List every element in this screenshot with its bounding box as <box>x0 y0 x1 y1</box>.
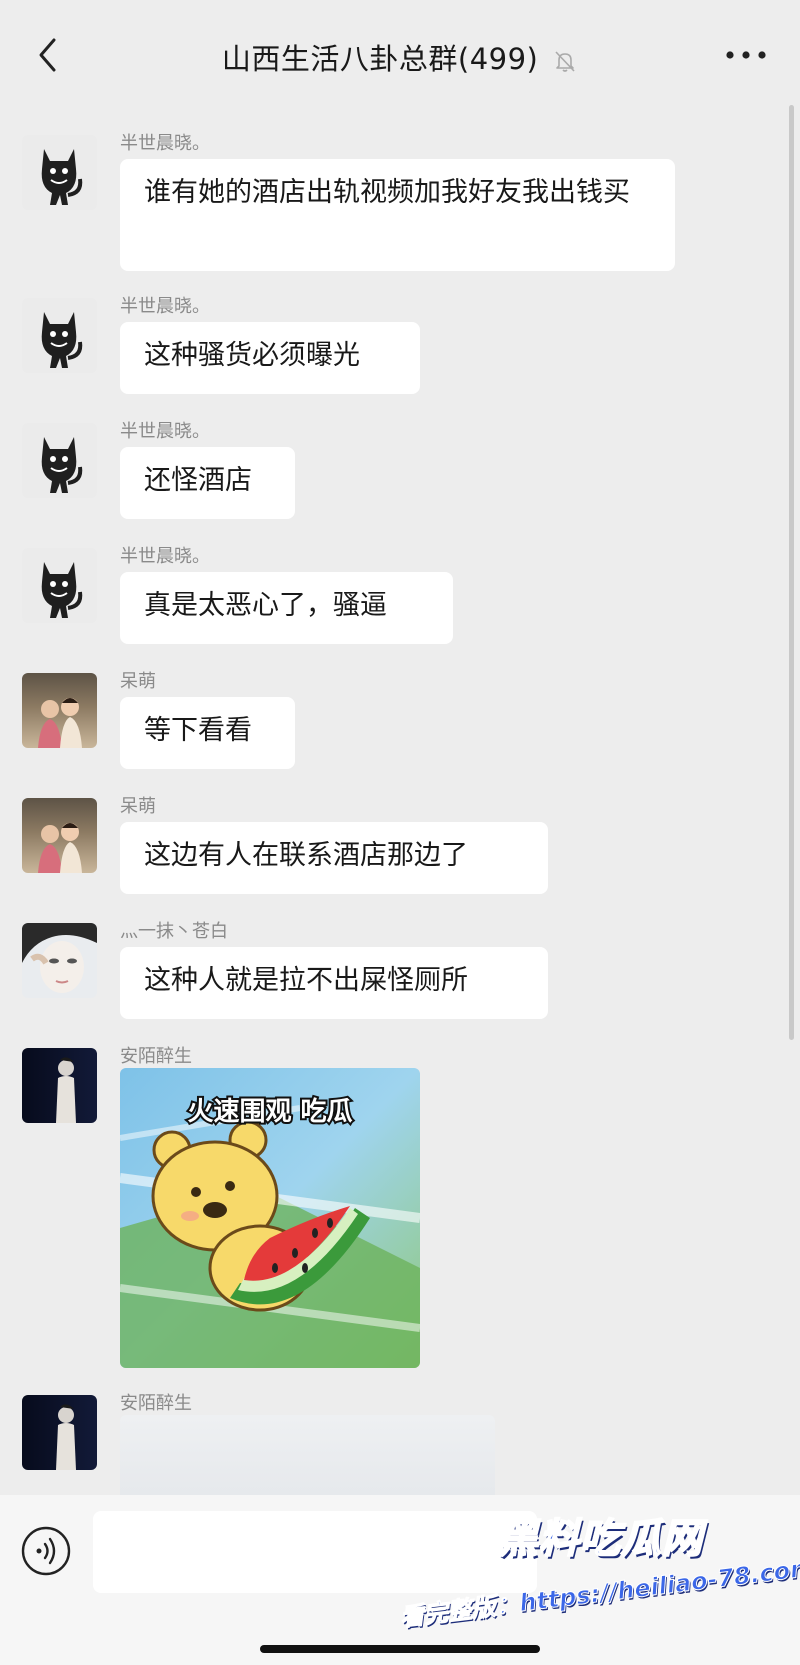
person-photo-avatar[interactable] <box>22 1395 97 1470</box>
voice-icon <box>21 1526 71 1576</box>
black-cat-avatar[interactable] <box>22 548 97 623</box>
black-cat-avatar[interactable] <box>22 298 97 373</box>
message-bubble[interactable]: 还怪酒店 <box>120 447 295 519</box>
message-bubble[interactable]: 等下看看 <box>120 697 295 769</box>
sender-name: 安陌醉生 <box>120 1393 192 1414</box>
home-indicator <box>260 1645 540 1653</box>
mute-bell-icon <box>555 51 575 72</box>
chat-title: 山西生活八卦总群(499) <box>221 42 539 76</box>
couple-photo-avatar[interactable] <box>22 673 97 748</box>
person-photo-avatar[interactable] <box>22 1048 97 1123</box>
couple-photo-avatar[interactable] <box>22 798 97 873</box>
watermark-logo: 黑料吃瓜网 <box>497 1515 703 1563</box>
sticker-image[interactable]: 火速围观 吃瓜 <box>120 1068 420 1368</box>
message-bubble[interactable]: 这种骚货必须曝光 <box>120 322 420 394</box>
sender-name: 半世晨晓。 <box>120 546 210 567</box>
more-options-button[interactable] <box>722 40 770 70</box>
sender-name: 半世晨晓。 <box>120 133 210 154</box>
sender-name: 呆萌 <box>120 671 156 692</box>
sender-name: 灬一抹丶苍白 <box>120 921 228 942</box>
sender-name: 呆萌 <box>120 796 156 817</box>
message-bubble[interactable]: 这边有人在联系酒店那边了 <box>120 822 548 894</box>
chat-title-container: 山西生活八卦总群(499) <box>0 36 800 78</box>
message-bubble[interactable]: 这种人就是拉不出屎怪厕所 <box>120 947 548 1019</box>
message-input[interactable] <box>93 1511 537 1593</box>
sticker-caption: 火速围观 吃瓜 <box>187 1097 352 1127</box>
sender-name: 半世晨晓。 <box>120 296 210 317</box>
sender-name: 安陌醉生 <box>120 1046 192 1067</box>
chat-header: 山西生活八卦总群(499) <box>0 0 800 100</box>
black-cat-avatar[interactable] <box>22 135 97 210</box>
message-bubble[interactable]: 谁有她的酒店出轨视频加我好友我出钱买 <box>120 159 675 271</box>
more-dots-icon <box>726 51 766 59</box>
message-bubble[interactable]: 真是太恶心了，骚逼 <box>120 572 453 644</box>
scrollbar[interactable] <box>789 105 794 1040</box>
sender-name: 半世晨晓。 <box>120 421 210 442</box>
voice-button[interactable] <box>20 1525 72 1577</box>
black-cat-avatar[interactable] <box>22 423 97 498</box>
face-photo-avatar[interactable] <box>22 923 97 998</box>
